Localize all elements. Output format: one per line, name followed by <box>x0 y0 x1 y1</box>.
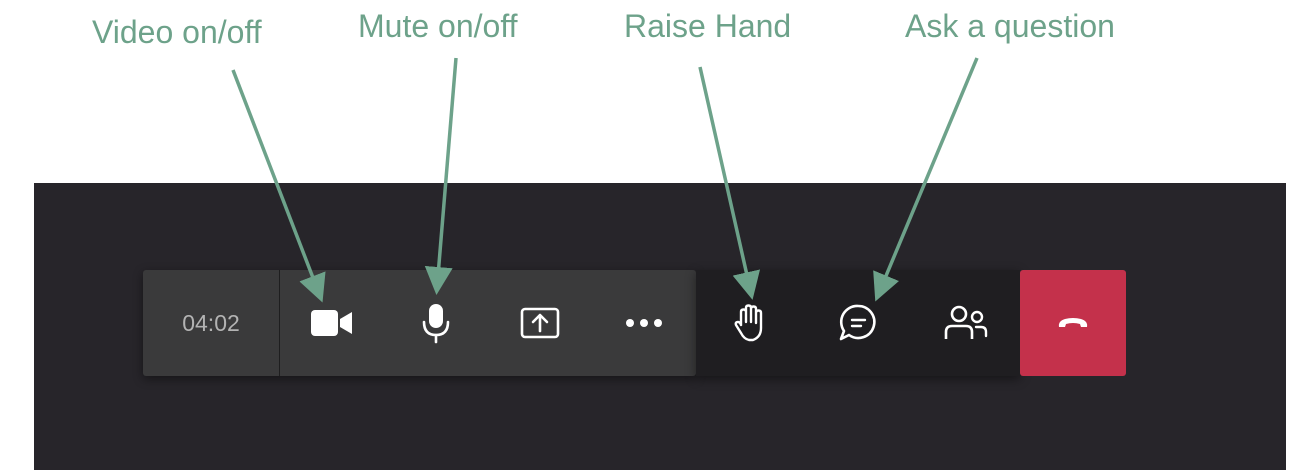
chat-button[interactable] <box>804 270 912 376</box>
video-camera-icon <box>310 308 354 338</box>
share-screen-icon <box>520 307 560 339</box>
chat-icon <box>838 303 878 343</box>
more-options-button[interactable] <box>592 270 696 376</box>
annotation-ask-question-label: Ask a question <box>905 8 1115 44</box>
mute-toggle-button[interactable] <box>384 270 488 376</box>
call-timer: 04:02 <box>143 270 280 376</box>
participants-icon <box>943 303 989 343</box>
raise-hand-icon <box>732 303 768 343</box>
call-controls-secondary-group <box>696 270 1020 376</box>
hang-up-button[interactable] <box>1020 270 1126 376</box>
participants-button[interactable] <box>912 270 1020 376</box>
call-controls-main-group: 04:02 <box>143 270 696 376</box>
annotation-raise-hand-label: Raise Hand <box>624 8 792 44</box>
raise-hand-button[interactable] <box>696 270 804 376</box>
call-controls-bar: 04:02 <box>143 270 1126 376</box>
annotation-video-label: Video on/off <box>92 14 262 50</box>
microphone-icon <box>421 302 451 344</box>
more-options-icon <box>625 318 663 328</box>
video-toggle-button[interactable] <box>280 270 384 376</box>
share-screen-button[interactable] <box>488 270 592 376</box>
annotation-mute-label: Mute on/off <box>358 8 518 44</box>
hang-up-icon <box>1056 316 1090 330</box>
